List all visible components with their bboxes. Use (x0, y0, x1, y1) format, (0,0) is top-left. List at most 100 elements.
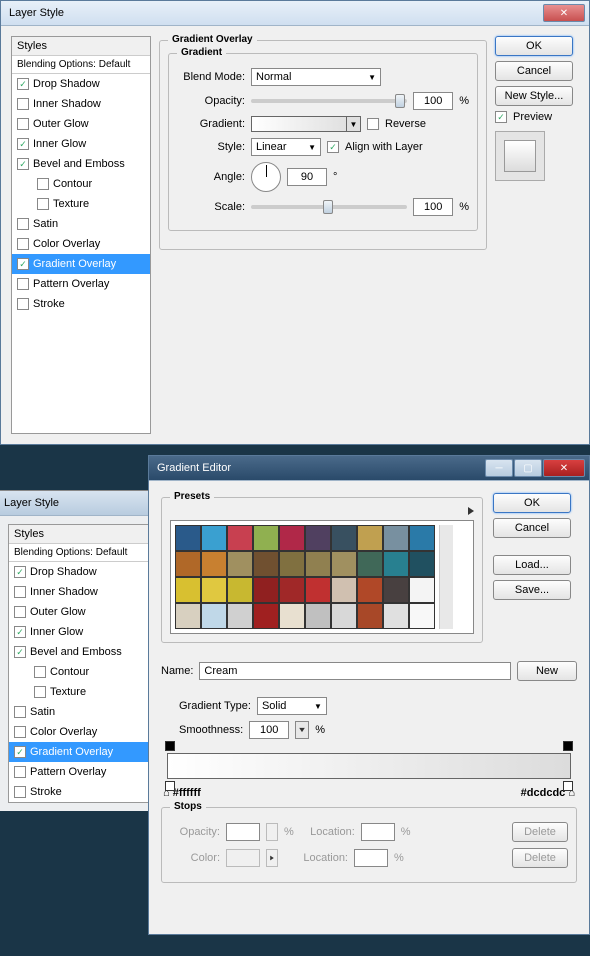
style-item[interactable]: ✓Gradient Overlay (12, 254, 150, 274)
gradient-type-select[interactable]: Solid▼ (257, 697, 327, 715)
preset-swatch[interactable] (175, 603, 201, 629)
preset-swatch[interactable] (305, 525, 331, 551)
style-checkbox[interactable] (14, 586, 26, 598)
preset-swatch[interactable] (175, 551, 201, 577)
preset-swatch[interactable] (409, 551, 435, 577)
style-checkbox[interactable]: ✓ (14, 626, 26, 638)
ok-button[interactable]: OK (493, 493, 571, 513)
style-checkbox[interactable] (34, 686, 46, 698)
style-item[interactable]: Outer Glow (12, 114, 150, 134)
preset-swatch[interactable] (409, 577, 435, 603)
scale-input[interactable] (413, 198, 453, 216)
styles-header[interactable]: Styles (12, 37, 150, 56)
preset-swatch[interactable] (253, 577, 279, 603)
preset-swatch[interactable] (383, 551, 409, 577)
style-item[interactable]: Satin (9, 702, 155, 722)
opacity-input[interactable] (413, 92, 453, 110)
save-button[interactable]: Save... (493, 580, 571, 600)
preset-swatch[interactable] (357, 603, 383, 629)
new-style-button[interactable]: New Style... (495, 86, 573, 106)
style-checkbox[interactable] (17, 298, 29, 310)
opacity-slider[interactable] (251, 99, 407, 103)
preset-swatch[interactable] (175, 525, 201, 551)
style-item[interactable]: Outer Glow (9, 602, 155, 622)
preset-swatch[interactable] (331, 577, 357, 603)
angle-dial[interactable] (251, 162, 281, 192)
style-item[interactable]: Texture (9, 682, 155, 702)
style-checkbox[interactable]: ✓ (14, 746, 26, 758)
preset-swatch[interactable] (305, 577, 331, 603)
delete-color-stop-button[interactable]: Delete (512, 848, 568, 868)
stop-color-location-input[interactable] (354, 849, 388, 867)
style-item[interactable]: ✓Inner Glow (12, 134, 150, 154)
angle-input[interactable] (287, 168, 327, 186)
blend-mode-select[interactable]: Normal▼ (251, 68, 381, 86)
style-item[interactable]: Color Overlay (12, 234, 150, 254)
reverse-checkbox[interactable] (367, 118, 379, 130)
preset-swatch[interactable] (279, 525, 305, 551)
preset-swatch[interactable] (227, 525, 253, 551)
style-checkbox[interactable] (14, 766, 26, 778)
style-checkbox[interactable] (17, 98, 29, 110)
preset-swatch[interactable] (331, 603, 357, 629)
style-item[interactable]: Contour (9, 662, 155, 682)
color-stop[interactable] (165, 781, 175, 791)
opacity-stop[interactable] (563, 741, 573, 751)
style-checkbox[interactable] (37, 178, 49, 190)
new-button[interactable]: New (517, 661, 577, 681)
presets-menu-icon[interactable] (468, 507, 474, 515)
style-item[interactable]: Pattern Overlay (9, 762, 155, 782)
preset-swatch[interactable] (331, 525, 357, 551)
preset-swatch[interactable] (201, 603, 227, 629)
preset-swatch[interactable] (279, 551, 305, 577)
preset-swatch[interactable] (383, 577, 409, 603)
style-checkbox[interactable] (14, 786, 26, 798)
style-checkbox[interactable] (14, 726, 26, 738)
titlebar[interactable]: Gradient Editor ─ ▢ ✕ (149, 456, 589, 481)
style-item[interactable]: Inner Shadow (12, 94, 150, 114)
preset-swatch[interactable] (409, 603, 435, 629)
style-checkbox[interactable]: ✓ (17, 258, 29, 270)
preset-swatch[interactable] (357, 525, 383, 551)
style-checkbox[interactable] (34, 666, 46, 678)
style-item[interactable]: Satin (12, 214, 150, 234)
scrollbar[interactable] (439, 525, 453, 629)
style-item[interactable]: ✓Bevel and Emboss (12, 154, 150, 174)
ok-button[interactable]: OK (495, 36, 573, 56)
style-checkbox[interactable]: ✓ (14, 566, 26, 578)
preset-swatch[interactable] (253, 551, 279, 577)
preset-swatch[interactable] (357, 551, 383, 577)
stop-opacity-input[interactable] (226, 823, 260, 841)
cancel-button[interactable]: Cancel (495, 61, 573, 81)
preset-swatch[interactable] (201, 525, 227, 551)
style-item[interactable]: Stroke (9, 782, 155, 802)
style-checkbox[interactable] (14, 706, 26, 718)
style-item[interactable]: Contour (12, 174, 150, 194)
preset-swatch[interactable] (201, 551, 227, 577)
style-item[interactable]: Texture (12, 194, 150, 214)
preset-swatch[interactable] (383, 603, 409, 629)
gradient-picker[interactable]: ▼ (251, 116, 361, 132)
style-checkbox[interactable] (17, 278, 29, 290)
preset-swatch[interactable] (383, 525, 409, 551)
scale-slider[interactable] (251, 205, 407, 209)
cancel-button[interactable]: Cancel (493, 518, 571, 538)
style-checkbox[interactable] (17, 118, 29, 130)
style-item[interactable]: ✓Inner Glow (9, 622, 155, 642)
preset-swatch[interactable] (357, 577, 383, 603)
preset-swatch[interactable] (253, 525, 279, 551)
preset-swatch[interactable] (227, 551, 253, 577)
style-checkbox[interactable]: ✓ (17, 158, 29, 170)
preset-swatch[interactable] (227, 577, 253, 603)
style-select[interactable]: Linear▼ (251, 138, 321, 156)
color-stop[interactable] (563, 781, 573, 791)
close-button[interactable]: ✕ (543, 459, 585, 477)
maximize-button[interactable]: ▢ (514, 459, 542, 477)
opacity-stop[interactable] (165, 741, 175, 751)
style-item[interactable]: Stroke (12, 294, 150, 314)
style-checkbox[interactable] (14, 606, 26, 618)
smoothness-input[interactable] (249, 721, 289, 739)
style-item[interactable]: ✓Drop Shadow (9, 562, 155, 582)
align-checkbox[interactable]: ✓ (327, 141, 339, 153)
stop-location-input[interactable] (361, 823, 395, 841)
